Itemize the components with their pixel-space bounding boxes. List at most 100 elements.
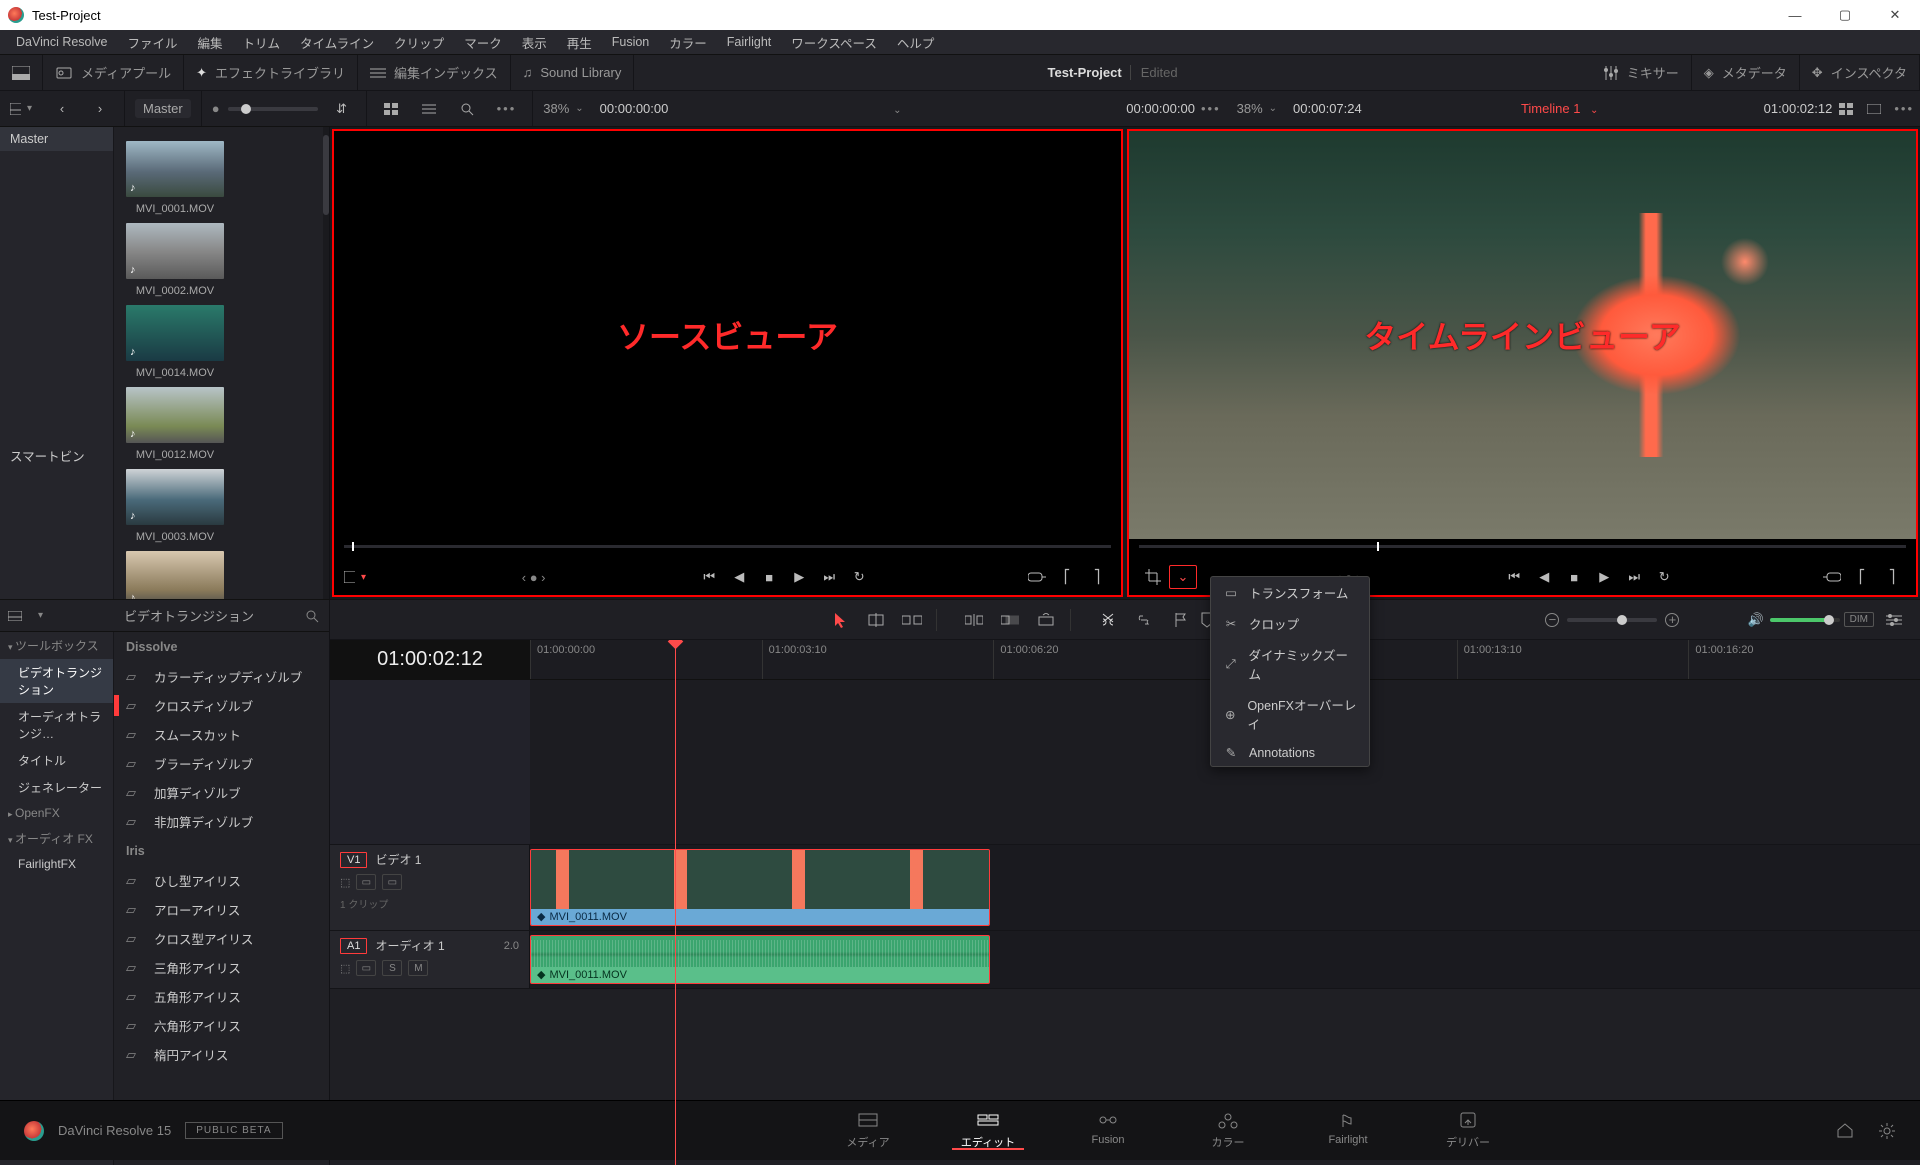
menu-1[interactable]: ファイル <box>117 30 187 54</box>
tl-crop-toggle[interactable] <box>1139 565 1167 589</box>
clip-thumb[interactable]: ♪MVI_0003.MOV <box>126 469 224 543</box>
clip-thumb[interactable]: ♪MVI_0002.MOV <box>126 223 224 297</box>
dd-item[interactable]: ⊕OpenFXオーバーレイ <box>1211 689 1369 739</box>
tool-select[interactable] <box>824 606 856 634</box>
search-icon[interactable] <box>305 609 319 623</box>
settings-button[interactable] <box>1878 1122 1896 1140</box>
layout-toggle[interactable] <box>0 55 43 90</box>
tree-openfx[interactable]: OpenFX <box>0 801 113 825</box>
tree-fairlightfx[interactable]: FairlightFX <box>0 852 113 876</box>
src-play[interactable]: ▶ <box>785 565 813 589</box>
fx-item[interactable]: ▱ひし型アイリス <box>114 866 329 895</box>
src-first[interactable]: ⏮ <box>695 565 723 589</box>
metadata-toggle[interactable]: ◈メタデータ <box>1692 55 1800 90</box>
mixer-toggle[interactable]: ミキサー <box>1591 55 1692 90</box>
tl-first[interactable]: ⏮ <box>1500 565 1528 589</box>
pool-scrollbar[interactable] <box>323 127 329 599</box>
menu-11[interactable]: Fairlight <box>717 30 781 54</box>
home-button[interactable] <box>1836 1122 1854 1140</box>
src-prev[interactable]: ◀ <box>725 565 753 589</box>
timeline-name[interactable]: Timeline 1 <box>1521 101 1580 116</box>
tool-overwrite[interactable] <box>994 606 1026 634</box>
src-mark-in[interactable]: ⎡ <box>1053 565 1081 589</box>
sort-button[interactable]: ⇵ <box>328 97 356 121</box>
page-カラー[interactable]: カラー <box>1168 1112 1288 1150</box>
breadcrumb-bin[interactable]: Master <box>135 99 191 118</box>
viewer-mode-1[interactable] <box>1832 97 1860 121</box>
timeline-timecode[interactable]: 01:00:02:12 <box>330 640 530 680</box>
effects-library-toggle[interactable]: ✦エフェクトライブラリ <box>184 55 358 90</box>
nav-fwd[interactable]: › <box>86 97 114 121</box>
bin-view-toggle[interactable]: ▾ <box>10 97 38 121</box>
list-view[interactable] <box>415 97 443 121</box>
page-Fusion[interactable]: Fusion <box>1048 1112 1168 1146</box>
tree-titles[interactable]: タイトル <box>0 747 113 774</box>
menu-8[interactable]: 再生 <box>557 30 602 54</box>
dd-item[interactable]: ⤢ダイナミックズーム <box>1211 639 1369 689</box>
maximize-button[interactable]: ▢ <box>1820 0 1870 30</box>
more-menu[interactable]: ••• <box>491 101 523 116</box>
tree-toolbox[interactable]: ツールボックス <box>0 632 113 659</box>
tree-audio-transition[interactable]: オーディオトランジ… <box>0 703 113 747</box>
dd-item[interactable]: ✎Annotations <box>1211 739 1369 766</box>
tl-loop[interactable]: ↻ <box>1650 565 1678 589</box>
tool-insert[interactable] <box>958 606 990 634</box>
tl-match[interactable] <box>1818 565 1846 589</box>
tool-link[interactable] <box>1128 606 1160 634</box>
fx-item[interactable]: ▱加算ディゾルブ <box>114 778 329 807</box>
audio-clip[interactable]: ◆MVI_0011.MOV <box>530 935 990 984</box>
fx-item[interactable]: ▱非加算ディゾルブ <box>114 807 329 836</box>
search-button[interactable] <box>453 97 481 121</box>
clip-thumb[interactable]: ♪MVI_0014.MOV <box>126 305 224 379</box>
thumb-view[interactable] <box>377 97 405 121</box>
bin-master[interactable]: Master <box>0 127 113 151</box>
src-scrubber[interactable] <box>334 539 1121 559</box>
tl-prev[interactable]: ◀ <box>1530 565 1558 589</box>
tl-scrubber[interactable] <box>1129 539 1916 559</box>
fx-item[interactable]: ▱五角形アイリス <box>114 982 329 1011</box>
fx-item[interactable]: ▱ブラーディゾルブ <box>114 749 329 778</box>
fx-item[interactable]: ▱クロスディゾルブ <box>114 691 329 720</box>
minimize-button[interactable]: — <box>1770 0 1820 30</box>
tool-replace[interactable] <box>1030 606 1062 634</box>
menu-2[interactable]: 編集 <box>188 30 233 54</box>
fx-item[interactable]: ▱クロス型アイリス <box>114 924 329 953</box>
sound-library-toggle[interactable]: ♫Sound Library <box>511 55 635 90</box>
video-clip[interactable]: ◆MVI_0011.MOV <box>530 849 990 926</box>
menu-7[interactable]: 表示 <box>512 30 557 54</box>
fx-item[interactable]: ▱アローアイリス <box>114 895 329 924</box>
menu-12[interactable]: ワークスペース <box>781 30 887 54</box>
tool-flag[interactable] <box>1164 606 1196 634</box>
v1-badge[interactable]: V1 <box>340 852 367 868</box>
src-loop[interactable]: ↻ <box>845 565 873 589</box>
tool-dyn-trim[interactable] <box>896 606 928 634</box>
a1-solo[interactable]: S <box>382 960 402 976</box>
src-clip-dropdown[interactable]: ⌄ <box>887 105 907 116</box>
tl-play[interactable]: ▶ <box>1590 565 1618 589</box>
src-mark-out[interactable]: ⎤ <box>1083 565 1111 589</box>
dd-item[interactable]: ✂クロップ <box>1211 608 1369 639</box>
v1-auto[interactable]: ▭ <box>356 874 376 890</box>
close-button[interactable]: ✕ <box>1870 0 1920 30</box>
src-next[interactable]: ⏭ <box>815 565 843 589</box>
tl-next[interactable]: ⏭ <box>1620 565 1648 589</box>
menu-0[interactable]: DaVinci Resolve <box>6 30 117 54</box>
menu-3[interactable]: トリム <box>233 30 291 54</box>
menu-9[interactable]: Fusion <box>602 30 660 54</box>
edit-index-toggle[interactable]: 編集インデックス <box>358 55 511 90</box>
nav-back[interactable]: ‹ <box>48 97 76 121</box>
page-デリバー[interactable]: デリバー <box>1408 1112 1528 1150</box>
tl-transform-dropdown[interactable]: ⌄ <box>1169 565 1197 589</box>
page-メディア[interactable]: メディア <box>808 1112 928 1150</box>
timeline-zoom[interactable]: −+ <box>1545 613 1679 627</box>
src-stop[interactable]: ■ <box>755 565 783 589</box>
src-more[interactable]: ••• <box>1195 101 1227 116</box>
tl-more[interactable]: ••• <box>1888 101 1920 116</box>
lock-icon[interactable]: ⬚ <box>340 876 350 889</box>
dd-item[interactable]: ▭トランスフォーム <box>1211 577 1369 608</box>
viewer-mode-2[interactable] <box>1860 97 1888 121</box>
a1-badge[interactable]: A1 <box>340 938 367 954</box>
tool-trim[interactable] <box>860 606 892 634</box>
bin-smart[interactable]: スマートビン <box>0 441 113 470</box>
tl-mark-out[interactable]: ⎤ <box>1878 565 1906 589</box>
